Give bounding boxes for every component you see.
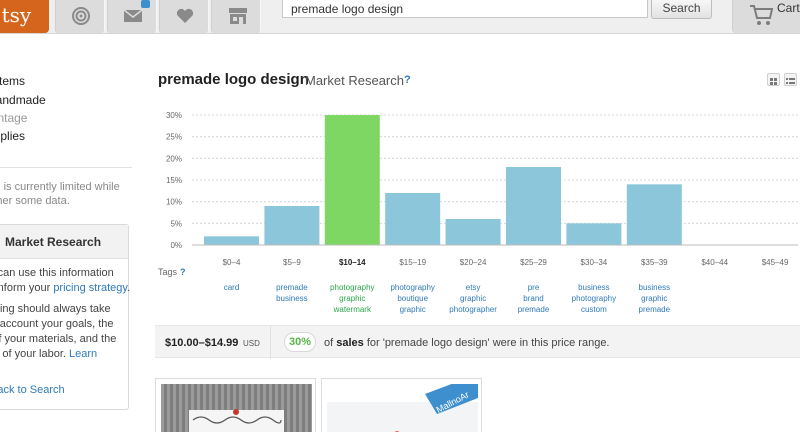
x-tick-label: $5–9	[283, 258, 301, 267]
y-tick-label: 5%	[170, 219, 182, 228]
sidebar-divider	[0, 167, 132, 168]
listing-image	[161, 384, 312, 432]
summary-divider	[270, 326, 271, 359]
summary-range: $10.00–$14.99	[165, 337, 239, 349]
chart-bar	[506, 167, 561, 245]
category-vintage[interactable]: Vintage	[0, 111, 27, 125]
market-research-box: Market Research You can use this informa…	[0, 224, 130, 410]
page-title: premade logo design	[158, 71, 309, 88]
chart-bar	[204, 236, 259, 245]
back-to-search-link[interactable]: Back to Search	[0, 384, 65, 396]
y-tick-label: 15%	[166, 176, 182, 185]
tag-group: business graphic premade	[616, 282, 692, 315]
y-tick-label: 25%	[166, 133, 182, 142]
chart-bar	[385, 193, 441, 245]
tag-link[interactable]: graphic	[616, 293, 692, 304]
chart-bar	[324, 115, 380, 245]
chart-bar	[626, 184, 682, 245]
tags-label: Tags	[158, 267, 178, 277]
summary-text: of sales for 'premade logo design' were …	[324, 337, 610, 349]
summary-text-prefix: of	[324, 337, 337, 349]
grid-view-icon	[770, 78, 777, 85]
summary-text-sales: sales	[336, 337, 364, 349]
circles-icon	[72, 7, 90, 25]
message-count-badge	[141, 0, 150, 8]
x-tick-label: $30–34	[581, 258, 608, 267]
shop-button[interactable]	[211, 0, 261, 33]
etsy-logo[interactable]: Etsy	[0, 0, 49, 33]
x-tick-label: $0–4	[223, 258, 241, 267]
mr-text-line-2: to inform your pricing strategy.	[0, 282, 130, 294]
x-tick-label: $45–49	[762, 258, 789, 267]
x-tick-label: $10–14	[339, 258, 366, 267]
list-view-icon	[786, 78, 795, 84]
cart-label: Cart	[777, 1, 800, 15]
page: Etsy	[0, 0, 800, 432]
search-button[interactable]: Search	[651, 0, 712, 19]
listing-card[interactable]	[155, 378, 316, 432]
x-tick-label: $20–24	[460, 258, 487, 267]
y-tick-label: 30%	[166, 111, 182, 120]
category-handmade[interactable]: Handmade	[0, 93, 46, 107]
search-input[interactable]	[282, 0, 648, 18]
mr-text-line-1: You can use this information	[0, 267, 114, 279]
listing-image: MallnoAr	[327, 384, 478, 432]
listing-card[interactable]: MallnoAr	[321, 378, 482, 432]
market-research-box-header: Market Research	[0, 225, 128, 259]
heart-icon	[176, 8, 194, 23]
help-icon[interactable]: ?	[404, 74, 411, 86]
circles-button[interactable]	[55, 0, 105, 33]
tag-link[interactable]: business	[616, 282, 692, 293]
grid-view-button[interactable]	[767, 73, 780, 86]
mr-text-line-2-text: to inform your	[0, 282, 51, 294]
tag-link[interactable]: premade	[616, 304, 692, 315]
favorites-button[interactable]	[159, 0, 209, 33]
x-tick-label: $35–39	[641, 258, 668, 267]
tags-help-icon[interactable]: ?	[180, 267, 186, 277]
back-to-search-label[interactable]: Back to Search	[0, 384, 65, 396]
mr-text-line-6: value of your labor. Learn	[0, 348, 97, 360]
mail-icon	[123, 9, 143, 22]
mr-text-line-4: into account your goals, the	[0, 318, 114, 330]
mr-period: .	[127, 282, 131, 294]
list-view-button[interactable]	[784, 73, 797, 86]
pricing-strategy-link[interactable]: pricing strategy	[53, 282, 127, 294]
chart-bar	[566, 223, 622, 245]
x-tick-label: $40–44	[701, 258, 728, 267]
x-tick-label: $15–19	[399, 258, 426, 267]
page-subtitle: Market Research	[305, 73, 404, 88]
summary-percent-badge: 30%	[284, 332, 316, 352]
logo-text: Etsy	[0, 3, 32, 27]
y-tick-label: 0%	[170, 241, 182, 250]
limited-note-line-1: Searching is currently limited while	[0, 181, 120, 193]
learn-link[interactable]: Learn	[69, 348, 97, 360]
summary-text-suffix: for 'premade logo design' were in this p…	[363, 337, 610, 349]
summary-currency: USD	[243, 339, 260, 348]
y-tick-label: 10%	[166, 198, 182, 207]
chart-bar	[445, 219, 501, 245]
category-all-items[interactable]: All Items	[0, 74, 25, 88]
limited-note-line-2: we gather some data.	[0, 195, 70, 207]
mr-text-line-6-text: value of your labor.	[0, 348, 66, 360]
chart-bar	[264, 206, 320, 245]
market-research-box-title: Market Research	[5, 235, 102, 249]
y-tick-label: 20%	[166, 154, 182, 163]
cart-button[interactable]: Cart	[732, 0, 800, 33]
shop-icon	[229, 8, 247, 24]
category-supplies[interactable]: Supplies	[0, 129, 25, 143]
top-bar: Etsy	[0, 0, 800, 34]
x-tick-label: $25–29	[520, 258, 547, 267]
price-range-summary: $10.00–$14.99 USD 30% of sales for 'prem…	[155, 325, 800, 359]
mr-text-line-5: cost of your materials, and the	[0, 333, 117, 345]
mr-text-line-3: Pricing should always take	[0, 303, 111, 315]
cart-icon	[750, 5, 774, 25]
